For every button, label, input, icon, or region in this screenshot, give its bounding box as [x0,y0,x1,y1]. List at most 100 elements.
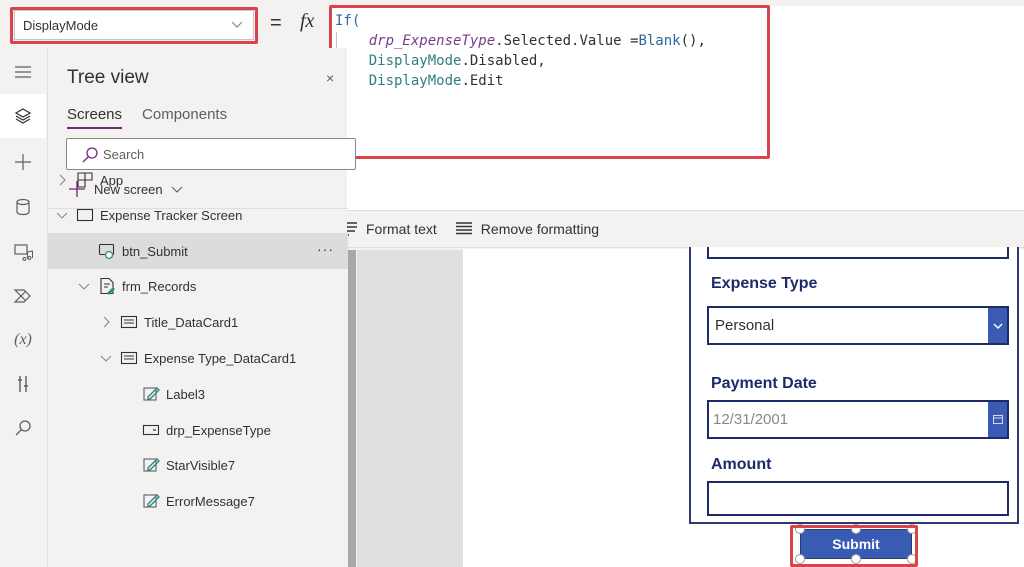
resize-handle[interactable] [851,554,861,564]
rail-power-automate[interactable] [0,274,46,318]
chevron-right-icon[interactable] [100,316,112,328]
advanced-tools-icon [18,376,28,392]
variables-icon: (x) [14,331,32,348]
code-token: .Selected.Value = [495,33,639,49]
app-canvas: Expense Type Personal Payment Date 12/31… [463,247,1024,567]
tree-scrollbar[interactable] [348,250,356,567]
calendar-icon [992,415,1003,424]
tree-node-label: Title_DataCard1 [144,314,239,330]
payment-date-value: 12/31/2001 [713,411,789,428]
property-dropdown[interactable]: DisplayMode [14,10,254,40]
power-automate-icon [13,289,31,303]
dropdown-button[interactable] [988,308,1007,343]
tree-node-label: frm_Records [122,278,197,294]
chevron-down-icon[interactable] [100,352,112,364]
rail-data[interactable] [0,185,46,229]
form-icon [100,277,115,295]
tab-components[interactable]: Components [142,106,227,129]
tree-node[interactable]: StarVisible7 [48,447,348,483]
expense-type-label: Expense Type [711,275,818,292]
tree-node[interactable]: App [48,162,348,198]
chevron-down-icon [231,21,243,28]
tree-node[interactable]: Label3 [48,376,348,412]
resize-handle[interactable] [851,524,861,534]
tree-node[interactable]: Title_DataCard1 [48,304,348,340]
label-icon [143,458,160,472]
close-icon[interactable]: × [326,70,334,86]
rail-insert[interactable] [0,140,46,184]
insert-icon [15,154,31,170]
code-line: If( [335,11,706,31]
rail-menu[interactable] [0,50,46,94]
rail-media[interactable] [0,230,46,274]
fx-icon[interactable]: fx [300,10,314,33]
code-token: Blank [638,33,681,49]
resize-handle[interactable] [795,554,805,564]
datacard-icon [120,351,138,365]
tree-node[interactable]: ErrorMessage7 [48,483,348,519]
format-text-label: Format text [366,221,437,237]
code-token: .Disabled, [461,53,546,69]
tree-node[interactable]: Expense Tracker Screen [48,197,348,233]
power-apps-studio: DisplayMode = fx If( drp_ExpenseType.Sel… [0,0,1024,567]
formula-editor[interactable]: If( drp_ExpenseType.Selected.Value =Blan… [330,0,1024,210]
tree-node-label: Expense Tracker Screen [100,207,243,223]
tree-node[interactable]: btn_Submit ··· [48,233,348,269]
data-icon [16,198,30,216]
format-text-button[interactable]: Format text [340,221,437,237]
resize-handle[interactable] [907,554,917,564]
remove-formatting-button[interactable]: Remove formatting [455,221,599,237]
code-token: DisplayMode [368,73,462,89]
code-token: drp_ExpenseType [368,33,496,49]
tree-node-label: App [100,172,124,188]
more-options-icon[interactable]: ··· [317,241,334,257]
code-line: DisplayMode.Disabled, [335,51,706,71]
app-icon [77,172,93,188]
tab-screens[interactable]: Screens [67,106,123,129]
canvas-gutter [357,250,463,567]
rail-advanced-tools[interactable] [0,362,46,406]
menu-icon [15,66,31,78]
expense-type-dropdown[interactable]: Personal [707,306,1009,345]
payment-date-label: Payment Date [711,375,817,392]
rail-search[interactable] [0,406,46,450]
form-frm-records[interactable]: Expense Type Personal Payment Date 12/31… [689,247,1019,524]
label-icon [143,494,160,508]
remove-formatting-label: Remove formatting [480,221,600,237]
tree-node-label: ErrorMessage7 [166,493,255,509]
chevron-down-icon[interactable] [56,209,68,221]
calendar-button[interactable] [988,402,1007,437]
title-input[interactable] [707,247,1009,259]
chevron-down-icon[interactable] [78,280,90,292]
label-icon [143,387,160,401]
equals-sign: = [270,12,282,34]
button-icon [98,243,115,260]
amount-input[interactable] [707,481,1009,516]
code-token: .Edit [461,73,504,89]
formula-code[interactable]: If( drp_ExpenseType.Selected.Value =Blan… [335,11,706,111]
rail-tree-view[interactable] [0,94,46,138]
rail-variables[interactable]: (x) [0,318,46,362]
search-placeholder: Search [103,146,145,162]
screen-icon [76,208,94,222]
code-token: (), [680,33,706,49]
expense-type-value: Personal [715,317,775,334]
resize-handle[interactable] [795,524,805,534]
tree-node[interactable]: frm_Records [48,268,348,304]
tree-node-label: btn_Submit [122,243,188,259]
formula-toolbar: Format text Remove formatting [330,210,1024,248]
code-line: drp_ExpenseType.Selected.Value =Blank(), [335,31,706,51]
property-dropdown-value: DisplayMode [23,17,99,33]
tree-node[interactable]: Expense Type_DataCard1 [48,340,348,376]
datacard-icon [120,315,138,329]
chevron-right-icon[interactable] [56,174,68,186]
remove-formatting-icon [455,222,472,235]
resize-handle[interactable] [907,524,917,534]
tree-node-label: Expense Type_DataCard1 [144,350,297,366]
tree-node[interactable]: drp_ExpenseType [48,412,348,448]
media-icon [14,244,33,261]
left-rail: (x) [0,48,46,567]
tree-node-label: StarVisible7 [166,457,236,473]
payment-date-picker[interactable]: 12/31/2001 [707,400,1009,439]
